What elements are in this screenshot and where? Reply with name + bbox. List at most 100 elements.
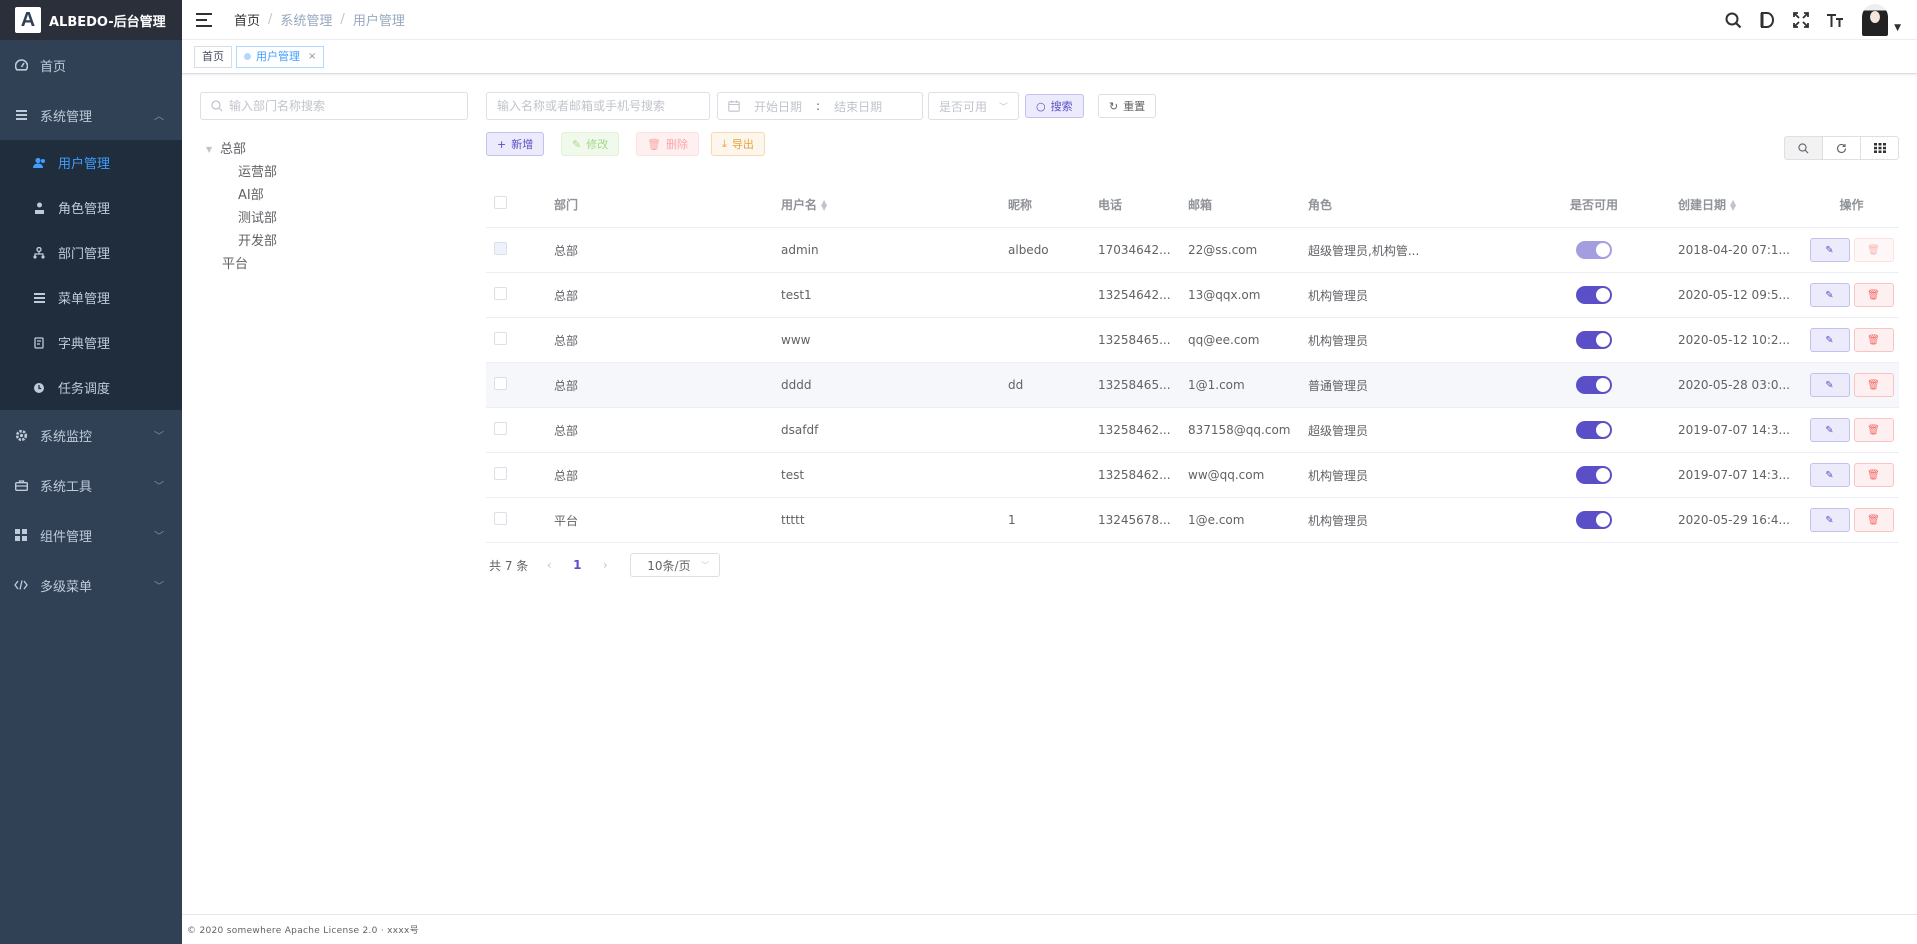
sidebar-item-label: 系统监控 [40, 429, 93, 445]
font-size-icon[interactable] [1818, 0, 1852, 40]
row-checkbox[interactable] [494, 422, 507, 435]
row-edit-button[interactable]: ✎ [1809, 283, 1850, 307]
select-all-checkbox[interactable] [494, 196, 507, 209]
row-edit-button[interactable]: ✎ [1809, 508, 1850, 532]
tree-node-platform[interactable]: 平台 [206, 253, 277, 276]
row-checkbox[interactable] [494, 377, 507, 390]
row-checkbox[interactable] [494, 287, 507, 300]
cell-actions: ✎ 🗑 [1794, 418, 1899, 442]
tree-node-root[interactable]: ▼ 总部 [206, 138, 277, 161]
row-checkbox[interactable] [494, 467, 507, 480]
row-delete-button[interactable]: 🗑 [1853, 328, 1894, 352]
row-delete-button[interactable]: 🗑 [1853, 373, 1894, 397]
delete-button[interactable]: 🗑 删除 [636, 132, 699, 156]
table-row[interactable]: 总部 test 13258462... ww@qq.com 机构管理员 2019… [486, 453, 1899, 498]
table-row[interactable]: 总部 dsafdf 13258462... 837158@qq.com 超级管理… [486, 408, 1899, 453]
reset-button[interactable]: ↻ 重置 [1098, 94, 1157, 118]
sidebar-item-home[interactable]: 首页 [0, 40, 182, 90]
page-size-value: 10条/页 [647, 558, 691, 573]
fullscreen-icon[interactable] [1784, 0, 1818, 40]
start-date-placeholder[interactable]: 开始日期 [754, 98, 802, 115]
active-dot-icon [244, 53, 251, 60]
enabled-select[interactable]: 是否可用 ﹀ [928, 92, 1019, 120]
prev-page-button[interactable]: ‹ [536, 558, 562, 572]
table-row[interactable]: 平台 ttttt 1 13245678... 1@e.com 机构管理员 202… [486, 498, 1899, 543]
caret-down-icon[interactable]: ▼ [1894, 23, 1901, 33]
avatar[interactable] [1862, 4, 1889, 36]
toggle-search-button[interactable] [1784, 136, 1823, 160]
keyword-search-field[interactable] [497, 99, 699, 113]
end-date-placeholder[interactable]: 结束日期 [834, 98, 882, 115]
breadcrumb-home[interactable]: 首页 [234, 10, 260, 29]
enabled-switch[interactable] [1576, 331, 1612, 349]
breadcrumb-users: 用户管理 [352, 14, 405, 29]
tag-users[interactable]: 用户管理 × [236, 45, 325, 68]
table-row[interactable]: 总部 admin albedo 17034642... 22@ss.com 超级… [486, 228, 1899, 273]
enabled-switch[interactable] [1576, 376, 1612, 394]
close-icon[interactable]: × [308, 47, 316, 67]
row-edit-button[interactable]: ✎ [1809, 373, 1850, 397]
tree-node-dev[interactable]: 开发部 [206, 230, 277, 253]
row-checkbox[interactable] [494, 332, 507, 345]
col-created[interactable]: 创建日期 ▲ ▼ [1668, 196, 1794, 213]
row-delete-button[interactable]: 🗑 [1853, 463, 1894, 487]
sidebar-item-system[interactable]: 系统管理 ︿ [0, 90, 182, 140]
dept-search-input[interactable] [200, 92, 468, 120]
sidebar-item-multilevel[interactable]: 多级菜单 ﹀ [0, 560, 182, 610]
search-button[interactable]: ○ 搜索 [1025, 94, 1084, 118]
hamburger-icon[interactable] [196, 12, 212, 27]
sidebar-item-depts[interactable]: 部门管理 [0, 230, 182, 275]
columns-button[interactable] [1860, 136, 1899, 160]
tree-node-test[interactable]: 测试部 [206, 207, 277, 230]
row-edit-button[interactable]: ✎ [1809, 238, 1850, 262]
tree-node-ops[interactable]: 运营部 [206, 161, 277, 184]
table-row[interactable]: 总部 dddd dd 13258465... 1@1.com 普通管理员 202… [486, 363, 1899, 408]
tree-node-ai[interactable]: AI部 [206, 184, 277, 207]
sidebar-item-tools[interactable]: 系统工具 ﹀ [0, 460, 182, 510]
sidebar-item-components[interactable]: 组件管理 ﹀ [0, 510, 182, 560]
docs-icon[interactable] [1750, 0, 1784, 40]
refresh-button[interactable] [1822, 136, 1861, 160]
table-row[interactable]: 总部 www 13258465... qq@ee.com 机构管理员 2020-… [486, 318, 1899, 363]
enabled-switch[interactable] [1576, 511, 1612, 529]
dept-search-field[interactable] [229, 99, 467, 113]
row-edit-button[interactable]: ✎ [1809, 418, 1850, 442]
row-edit-button[interactable]: ✎ [1809, 463, 1850, 487]
sidebar-item-monitor[interactable]: 系统监控 ﹀ [0, 410, 182, 460]
cell-username: test [781, 468, 805, 482]
sort-icon[interactable]: ▲ ▼ [1730, 199, 1736, 212]
next-page-button[interactable]: › [592, 558, 618, 572]
row-checkbox[interactable] [494, 512, 507, 525]
cell-phone: 13258462... [1098, 423, 1171, 437]
export-button[interactable]: ⤓ 导出 [711, 132, 765, 156]
row-delete-button[interactable]: 🗑 [1853, 508, 1894, 532]
keyword-search-input[interactable] [486, 92, 710, 120]
table-row[interactable]: 总部 test1 13254642... 13@qqx.om 机构管理员 202… [486, 273, 1899, 318]
enabled-switch[interactable] [1576, 421, 1612, 439]
row-delete-button[interactable]: 🗑 [1853, 283, 1894, 307]
sidebar-item-users[interactable]: 用户管理 [0, 140, 182, 185]
sidebar-item-jobs[interactable]: 任务调度 [0, 365, 182, 410]
sidebar-item-dicts[interactable]: 字典管理 [0, 320, 182, 365]
sidebar: A ALBEDO-后台管理 首页 系统管理 ︿ 用户管理 角色管理 部门管理 菜… [0, 0, 182, 944]
cell-email: 1@1.com [1188, 378, 1245, 392]
sort-icon[interactable]: ▲ ▼ [821, 199, 827, 212]
enabled-switch[interactable] [1576, 286, 1612, 304]
edit-button[interactable]: ✎ 修改 [561, 132, 620, 156]
page-number[interactable]: 1 [562, 558, 592, 572]
sidebar-item-menus[interactable]: 菜单管理 [0, 275, 182, 320]
date-range-picker[interactable]: 开始日期 : 结束日期 [717, 92, 923, 120]
add-button[interactable]: + 新增 [486, 132, 545, 156]
search-icon[interactable] [1716, 0, 1750, 40]
sidebar-item-roles[interactable]: 角色管理 [0, 185, 182, 230]
logo-mark: A [15, 7, 41, 33]
enabled-switch[interactable] [1576, 466, 1612, 484]
pagination: 共 7 条 ‹ 1 › 10条/页 ﹀ [489, 553, 721, 577]
row-delete-button[interactable]: 🗑 [1853, 418, 1894, 442]
tag-home[interactable]: 首页 [194, 45, 232, 68]
page-size-select[interactable]: 10条/页 ﹀ [630, 553, 721, 577]
logo[interactable]: A ALBEDO-后台管理 [0, 0, 182, 40]
row-edit-button[interactable]: ✎ [1809, 328, 1850, 352]
col-username[interactable]: 用户名 ▲ ▼ [771, 196, 998, 213]
caret-down-icon[interactable]: ▼ [206, 138, 220, 161]
